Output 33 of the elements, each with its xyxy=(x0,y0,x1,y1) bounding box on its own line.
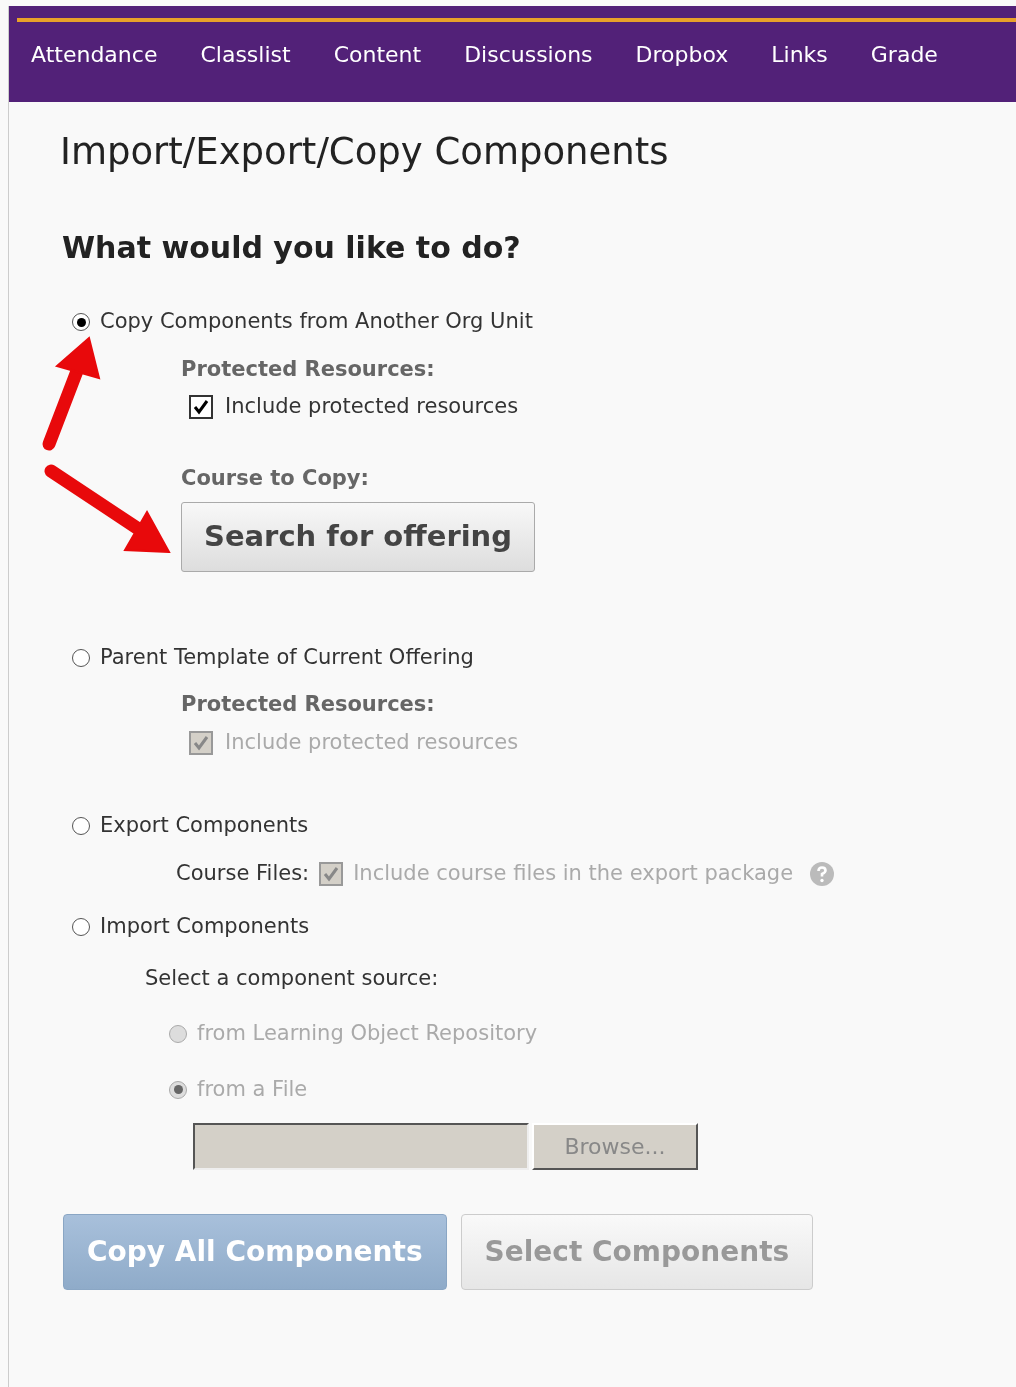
radio-label: from Learning Object Repository xyxy=(197,1020,538,1048)
option-label: Import Components xyxy=(100,913,310,941)
nav-link[interactable]: Attendance xyxy=(31,38,179,71)
option-label: Parent Template of Current Offering xyxy=(100,643,474,671)
nav-link[interactable]: Classlist xyxy=(200,38,312,71)
nav-link[interactable]: Discussions xyxy=(464,38,614,71)
checkbox-label: Include course files in the export package xyxy=(353,859,794,887)
radio-button[interactable] xyxy=(72,648,90,667)
option-label: Copy Components from Another Org Unit xyxy=(100,308,533,336)
nav-link[interactable]: Grade xyxy=(870,38,959,71)
search-button[interactable]: Search for offering xyxy=(181,502,536,572)
field-label: Protected Resources: xyxy=(181,355,436,383)
radio-button[interactable] xyxy=(72,313,90,332)
checkmark-icon xyxy=(193,399,209,416)
checkmark-icon xyxy=(323,865,340,882)
file-input-field[interactable] xyxy=(193,1123,529,1171)
radio-button[interactable] xyxy=(72,918,90,937)
nav-link[interactable]: Links xyxy=(771,38,849,71)
radio-button[interactable] xyxy=(72,817,90,836)
field-label: Course Files: xyxy=(176,859,310,887)
checkmark-icon xyxy=(193,734,209,751)
field-label: Course to Copy: xyxy=(181,464,370,492)
checkbox[interactable] xyxy=(189,395,213,420)
page-title: Import/Export/Copy Components xyxy=(60,130,670,175)
radio-label: from a File xyxy=(197,1075,308,1103)
section-heading: What would you like to do? xyxy=(62,230,522,267)
instruction-text: Select a component source: xyxy=(145,964,440,992)
nav-link[interactable]: Dropbox xyxy=(635,38,750,71)
nav-link[interactable]: Content xyxy=(333,38,443,71)
option-label: Export Components xyxy=(100,812,309,840)
checkbox-label: Include protected resources xyxy=(225,393,519,421)
checkbox-label: Include protected resources xyxy=(225,728,519,756)
field-label: Protected Resources: xyxy=(181,691,436,719)
